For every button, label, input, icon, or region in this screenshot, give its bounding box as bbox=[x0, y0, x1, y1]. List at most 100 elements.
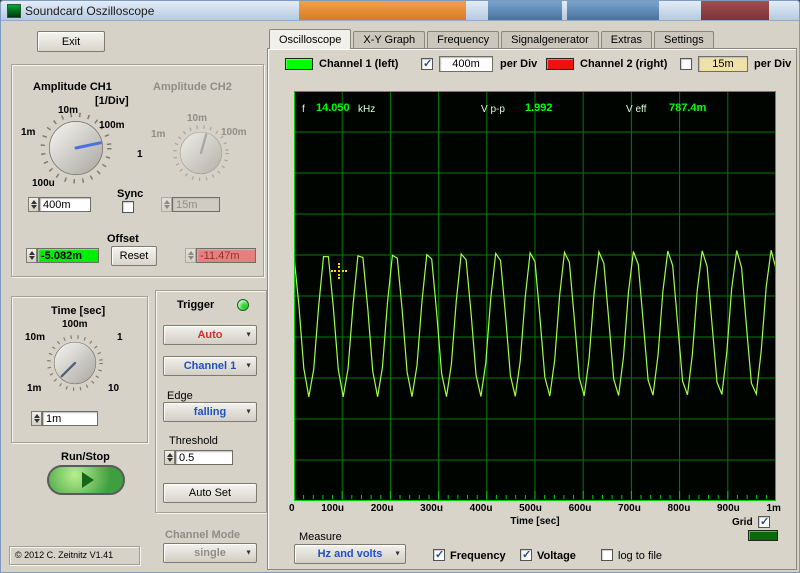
sync-checkbox[interactable] bbox=[122, 201, 134, 213]
channel2-per-div-field[interactable]: 15m bbox=[698, 56, 748, 72]
frequency-label: Frequency bbox=[450, 550, 506, 562]
x-tick: 300u bbox=[420, 503, 443, 514]
amplitude-ch2-title: Amplitude CH2 bbox=[153, 81, 232, 93]
x-tick: 1m bbox=[766, 503, 781, 514]
edge-label: Edge bbox=[167, 390, 193, 402]
tab-oscilloscope[interactable]: Oscilloscope bbox=[269, 29, 352, 49]
reset-button[interactable]: Reset bbox=[111, 246, 157, 266]
tab-extras[interactable]: Extras bbox=[600, 31, 652, 48]
channel2-per-div-label: per Div bbox=[754, 58, 792, 70]
readout-f-unit: kHz bbox=[358, 104, 376, 115]
tab-label: Extras bbox=[610, 34, 642, 46]
channel-mode-dropdown[interactable]: single bbox=[163, 543, 257, 563]
x-tick: 900u bbox=[716, 503, 740, 514]
amplitude-ch2-spinner[interactable] bbox=[161, 197, 172, 212]
amplitude-ch2-value: 15m bbox=[176, 198, 198, 211]
amplitude-ch1-spinner[interactable] bbox=[28, 197, 39, 212]
tab-label: X-Y Graph bbox=[363, 34, 416, 46]
time-scale-100m: 100m bbox=[62, 319, 88, 330]
channel1-per-div-value: 400m bbox=[452, 58, 480, 70]
offset-ch2-spinner[interactable] bbox=[185, 248, 196, 263]
grid-checkbox[interactable] bbox=[758, 515, 770, 528]
trigger-edge-value: falling bbox=[193, 406, 227, 418]
copyright-text: © 2012 C. Zeitnitz V1.41 bbox=[15, 550, 114, 560]
scope-x-axis-label: Time [sec] bbox=[510, 516, 560, 527]
amplitude-ch1-title: Amplitude CH1 bbox=[33, 81, 112, 93]
background-window-fragment bbox=[567, 1, 659, 20]
readout-veff-value: 787.4m bbox=[669, 102, 707, 114]
auto-set-button[interactable]: Auto Set bbox=[163, 483, 257, 503]
titlebar[interactable]: Soundcard Oszilloscope bbox=[1, 1, 799, 21]
scope-canvas[interactable] bbox=[294, 91, 776, 501]
scope-display[interactable]: f 14.050 kHz V p-p 1.992 V eff 787.4m bbox=[294, 91, 776, 501]
readout-f-label: f bbox=[302, 104, 305, 115]
log-to-file-checkbox[interactable] bbox=[601, 549, 613, 561]
background-window-fragment bbox=[701, 1, 769, 20]
tab-settings[interactable]: Settings bbox=[653, 31, 714, 48]
background-window-fragment bbox=[488, 1, 562, 20]
reset-button-label: Reset bbox=[119, 250, 149, 262]
time-value: 1m bbox=[46, 412, 62, 425]
amplitude-unit-label: [1/Div] bbox=[95, 95, 129, 107]
time-scale-1: 1 bbox=[117, 332, 123, 343]
ch2-scale-1m: 1m bbox=[151, 129, 166, 140]
trigger-source-dropdown[interactable]: Channel 1 bbox=[163, 356, 257, 376]
threshold-spinner[interactable] bbox=[164, 450, 175, 465]
play-icon bbox=[82, 472, 94, 488]
time-knob[interactable] bbox=[46, 334, 104, 392]
x-tick: 700u bbox=[618, 503, 641, 514]
offset-ch2-field[interactable]: -11.47m bbox=[196, 248, 256, 263]
window-title: Soundcard Oszilloscope bbox=[25, 4, 155, 18]
readout-vpp-label: V p-p bbox=[481, 104, 505, 115]
x-tick: 600u bbox=[568, 503, 592, 514]
x-tick: 500u bbox=[519, 503, 542, 514]
measure-mode-dropdown[interactable]: Hz and volts bbox=[294, 544, 406, 564]
channel2-enable-checkbox[interactable] bbox=[680, 58, 692, 70]
tab-bar: Oscilloscope X-Y Graph Frequency Signalg… bbox=[269, 29, 714, 49]
tab-label: Oscilloscope bbox=[279, 33, 342, 46]
amplitude-ch1-value-field[interactable]: 400m bbox=[39, 197, 91, 212]
trigger-mode-value: Auto bbox=[197, 329, 223, 341]
voltage-label: Voltage bbox=[537, 550, 576, 562]
grid-color-swatch[interactable] bbox=[748, 530, 778, 541]
amplitude-ch1-value: 400m bbox=[43, 198, 71, 211]
trigger-mode-dropdown[interactable]: Auto bbox=[163, 325, 257, 345]
frequency-checkbox[interactable] bbox=[433, 548, 445, 561]
scope-x-ticks: 0 100u 200u 300u 400u 500u 600u 700u 800… bbox=[289, 503, 781, 514]
channel-mode-label: Channel Mode bbox=[165, 529, 241, 541]
offset-ch1-spinner[interactable] bbox=[26, 248, 37, 263]
threshold-field[interactable]: 0.5 bbox=[175, 450, 233, 465]
voltage-checkbox[interactable] bbox=[520, 548, 532, 561]
background-window-fragment bbox=[299, 1, 466, 20]
channel1-enable-checkbox[interactable] bbox=[421, 57, 433, 70]
trigger-edge-dropdown[interactable]: falling bbox=[163, 402, 257, 422]
offset-ch1-value: -5.082m bbox=[41, 249, 82, 262]
threshold-value: 0.5 bbox=[179, 451, 195, 464]
tab-signalgenerator[interactable]: Signalgenerator bbox=[501, 31, 599, 48]
grid-label: Grid bbox=[732, 517, 753, 528]
time-title: Time [sec] bbox=[51, 305, 106, 317]
screen: Soundcard Oszilloscope Exit Amplitude CH… bbox=[0, 0, 800, 573]
exit-button[interactable]: Exit bbox=[37, 31, 105, 52]
time-spinner[interactable] bbox=[31, 411, 42, 426]
amplitude-ch2-value-field[interactable]: 15m bbox=[172, 197, 220, 212]
ch2-scale-100m: 100m bbox=[221, 127, 247, 138]
offset-ch1-field[interactable]: -5.082m bbox=[37, 248, 99, 263]
threshold-label: Threshold bbox=[169, 435, 218, 447]
trigger-source-value: Channel 1 bbox=[183, 360, 237, 372]
tab-xy-graph[interactable]: X-Y Graph bbox=[353, 31, 426, 48]
channel-mode-value: single bbox=[194, 547, 226, 559]
ch1-scale-1: 1 bbox=[137, 149, 143, 160]
tab-label: Frequency bbox=[437, 34, 490, 46]
time-value-field[interactable]: 1m bbox=[42, 411, 98, 426]
channel1-per-div-field[interactable]: 400m bbox=[439, 56, 493, 72]
channel1-per-div-label: per Div bbox=[500, 58, 538, 70]
offset-ch2-value: -11.47m bbox=[200, 249, 240, 262]
trigger-led bbox=[237, 299, 249, 311]
tab-label: Signalgenerator bbox=[511, 34, 589, 46]
ch1-scale-10m: 10m bbox=[58, 105, 79, 116]
run-stop-button[interactable] bbox=[47, 465, 125, 495]
tab-frequency[interactable]: Frequency bbox=[427, 31, 500, 48]
channel2-color-swatch bbox=[546, 58, 574, 70]
x-tick: 100u bbox=[321, 503, 345, 514]
